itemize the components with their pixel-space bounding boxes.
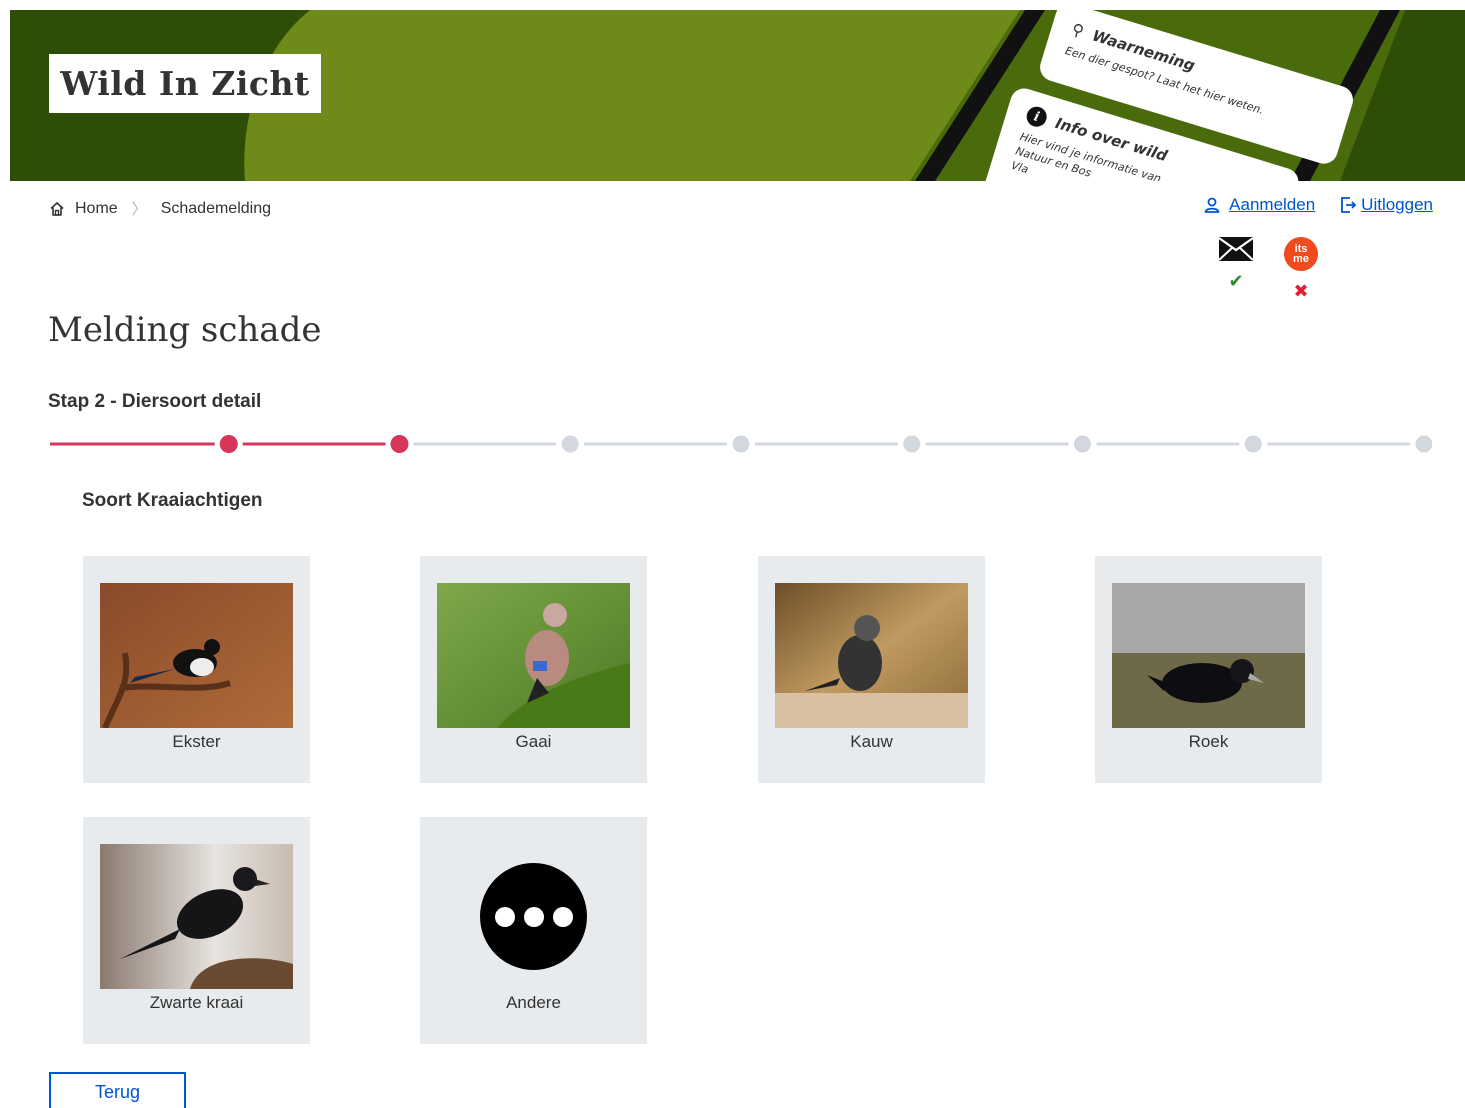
breadcrumb-separator-icon: 〉 <box>131 201 147 218</box>
logout-link[interactable]: Uitloggen <box>1339 195 1433 215</box>
auth-links: Aanmelden Uitloggen <box>1203 195 1433 215</box>
breadcrumb: Home 〉 Schademelding <box>49 198 271 219</box>
back-button[interactable]: Terug <box>49 1072 186 1108</box>
more-icon <box>480 863 587 970</box>
species-tile-roek[interactable]: Roek <box>1095 556 1322 783</box>
login-label: Aanmelden <box>1229 195 1316 214</box>
identity-itsme: its me ✖ <box>1281 237 1321 302</box>
stepper-dot <box>1244 435 1262 453</box>
check-icon: ✔ <box>1228 271 1244 291</box>
page-title: Melding schade <box>48 310 322 350</box>
logout-icon <box>1341 197 1357 213</box>
stepper-dot <box>219 435 238 453</box>
species-tile-andere[interactable]: Andere <box>420 817 647 1044</box>
site-logo[interactable]: Wild In Zicht <box>49 54 321 113</box>
breadcrumb-home[interactable]: Home <box>75 200 118 218</box>
species-name: Gaai <box>515 732 552 751</box>
ekster-photo <box>100 583 293 728</box>
stepper-dot <box>390 435 409 453</box>
species-tile-ekster[interactable]: Ekster <box>83 556 310 783</box>
stepper-dot <box>903 435 921 453</box>
login-link[interactable]: Aanmelden <box>1203 195 1315 215</box>
progress-stepper <box>50 435 1432 453</box>
itsme-icon: its me <box>1284 237 1318 271</box>
logout-label: Uitloggen <box>1361 195 1433 214</box>
stepper-dot <box>1415 435 1432 453</box>
info-icon: i <box>1024 104 1050 130</box>
zwarte-kraai-photo <box>100 844 293 989</box>
species-tile-gaai[interactable]: Gaai <box>420 556 647 783</box>
section-label: Soort Kraaiachtigen <box>82 490 263 511</box>
cross-icon: ✖ <box>1293 281 1309 301</box>
roek-photo <box>1112 583 1305 728</box>
breadcrumb-current: Schademelding <box>160 199 271 217</box>
gaai-photo <box>437 583 630 728</box>
species-name: Zwarte kraai <box>149 993 244 1012</box>
species-name: Roek <box>1188 732 1229 751</box>
species-name: Ekster <box>172 732 221 751</box>
species-name: Andere <box>506 993 561 1012</box>
species-name: Kauw <box>850 732 893 751</box>
species-tile-kauw[interactable]: Kauw <box>758 556 985 783</box>
stepper-dot <box>1074 435 1091 453</box>
species-tile-zwarte-kraai[interactable]: Zwarte kraai <box>83 817 310 1044</box>
kauw-photo <box>775 583 968 728</box>
step-label: Stap 2 - Diersoort detail <box>48 391 262 412</box>
itsme-line2: me <box>1293 253 1309 265</box>
stepper-dot <box>732 435 750 453</box>
mail-icon <box>1219 237 1253 261</box>
identity-mail: ✔ <box>1216 237 1256 292</box>
user-icon <box>1204 197 1220 213</box>
binoculars-icon: ⚲ <box>1069 19 1087 41</box>
home-icon[interactable] <box>49 201 65 217</box>
header-banner: Wild In Zicht ⚲ Waarneming Een dier gesp… <box>10 10 1465 181</box>
site-logo-text: Wild In Zicht <box>60 64 310 103</box>
stepper-dot <box>561 435 579 453</box>
